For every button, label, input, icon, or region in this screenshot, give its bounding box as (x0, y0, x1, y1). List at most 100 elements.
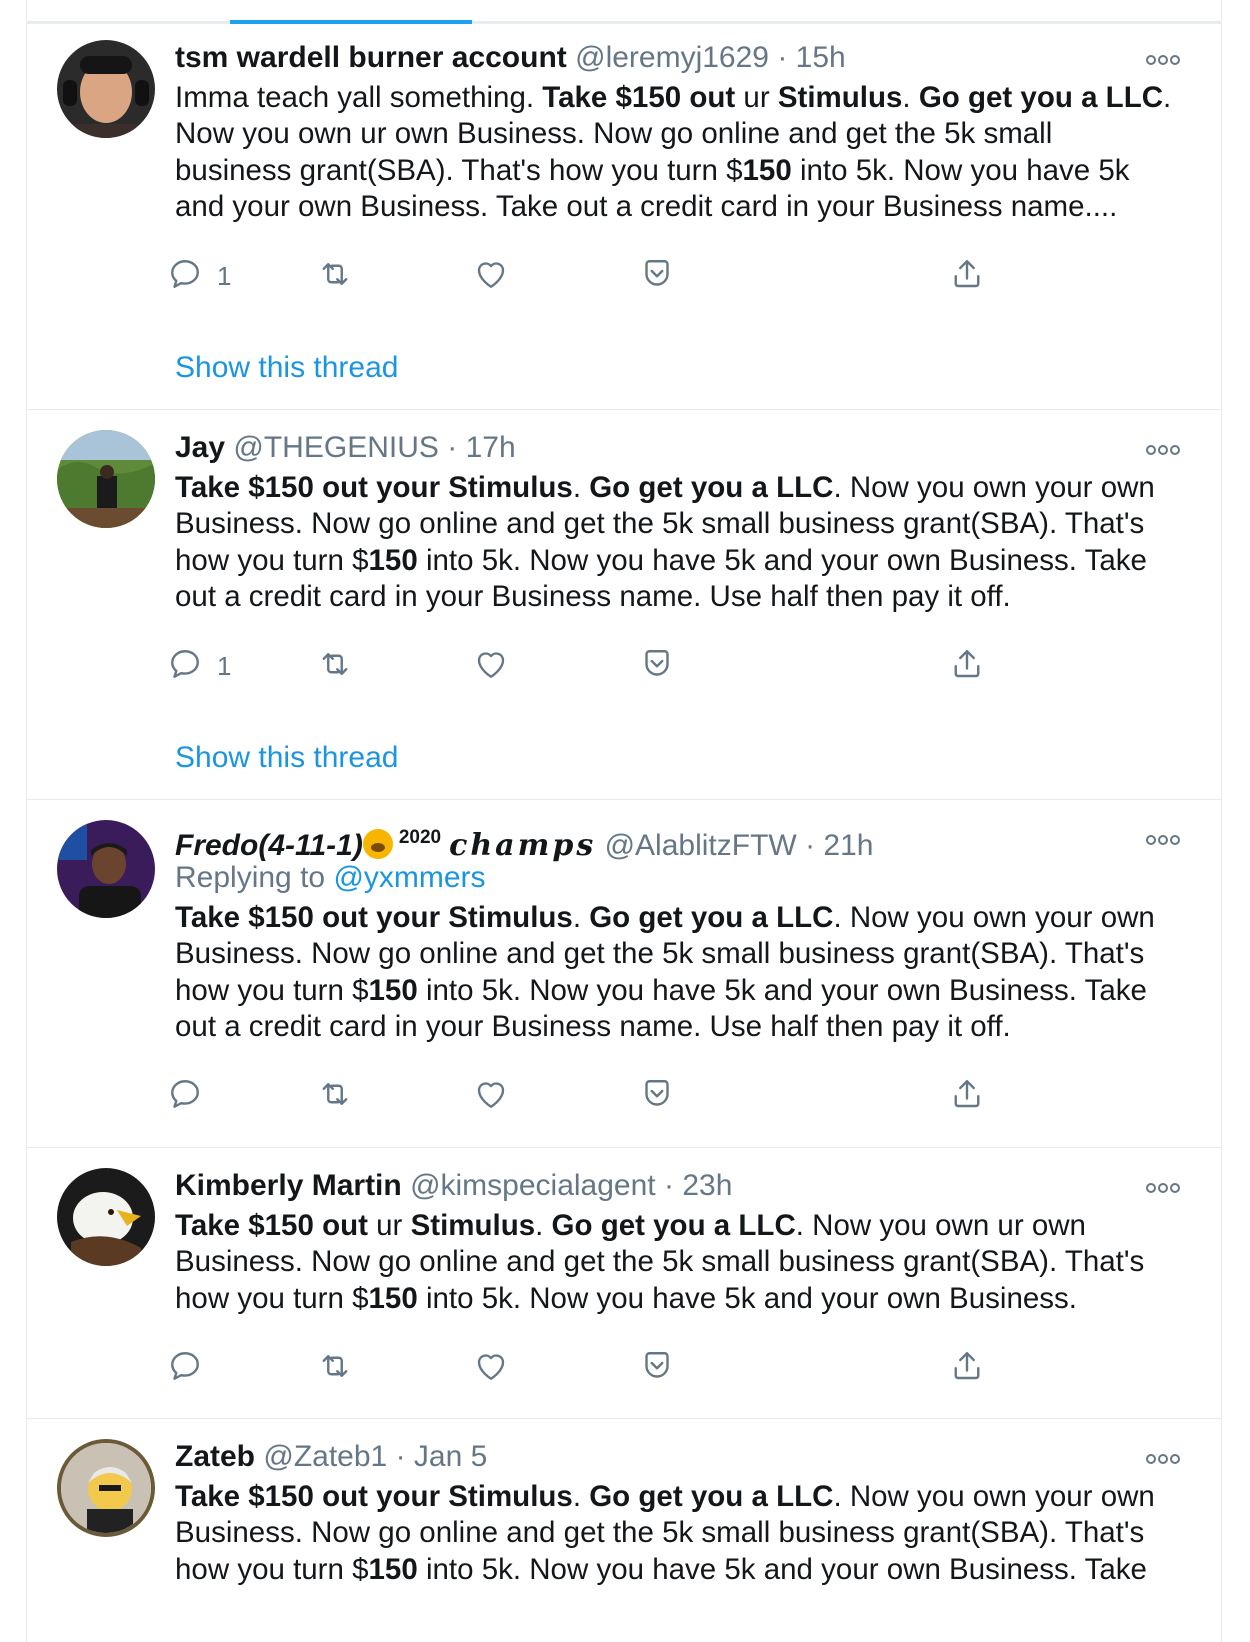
tweet-text-segment: into 5k. Now you have 5k and your own Bu… (417, 1281, 1077, 1315)
tweet-text-bold: Go get you a LLC (589, 471, 834, 504)
user-handle[interactable]: @THEGENIUS (233, 431, 438, 464)
tab-bar (27, 0, 1221, 24)
timestamp[interactable]: 17h (466, 431, 516, 464)
retweet-button[interactable] (317, 1346, 353, 1390)
separator-dot: · (447, 431, 458, 464)
user-handle[interactable]: @AlablitzFTW (605, 829, 797, 862)
retweet-button[interactable] (317, 644, 353, 688)
replying-to-mention[interactable]: @yxmmers (333, 861, 485, 894)
bookmark-button[interactable] (639, 254, 675, 298)
tweet[interactable]: Jay @THEGENIUS · 17h Take $150 out your … (27, 410, 1221, 800)
tweet-text: Take $150 out ur Stimulus. Go get you a … (175, 1208, 1175, 1317)
tweet-text-segment: . (902, 81, 919, 114)
name-superscript: 2020 (398, 827, 442, 848)
share-button[interactable] (949, 254, 985, 298)
tweet[interactable]: Zateb @Zateb1 · Jan 5 Take $150 out your… (27, 1419, 1221, 1642)
separator-dot: · (805, 829, 816, 862)
like-button[interactable] (473, 1074, 509, 1118)
timestamp[interactable]: Jan 5 (414, 1440, 487, 1473)
like-button[interactable] (473, 644, 509, 688)
retweet-icon (317, 1348, 353, 1389)
reply-count: 1 (217, 260, 232, 291)
tweet-text-bold: Go get you a LLC (589, 901, 834, 934)
tweet-header: Zateb @Zateb1 · Jan 5 (175, 1439, 1141, 1475)
avatar[interactable] (57, 430, 155, 528)
display-name[interactable]: Jay (175, 431, 225, 464)
tweet-text-bold: Stimulus (410, 1209, 536, 1242)
tweet-text-bold: Go get you a LLC (589, 1480, 834, 1513)
bookmark-icon (639, 256, 675, 297)
more-icon[interactable] (1145, 1449, 1181, 1469)
reply-icon (167, 256, 203, 297)
show-thread-link[interactable]: Show this thread (175, 740, 398, 776)
tweet-text-bold: 150 (368, 1281, 418, 1315)
avatar[interactable] (57, 40, 155, 138)
tweet-text-bold: Go get you a LLC (551, 1209, 796, 1242)
share-button[interactable] (949, 1346, 985, 1390)
user-handle[interactable]: @leremyj1629 (575, 41, 769, 74)
like-button[interactable] (473, 254, 509, 298)
tweet-text-segment: . (572, 471, 590, 504)
reply-button[interactable]: 1 (167, 644, 231, 688)
separator-dot: · (395, 1440, 406, 1473)
bookmark-icon (639, 646, 675, 687)
show-thread-link[interactable]: Show this thread (175, 350, 398, 386)
name-script-text: champs (449, 828, 597, 863)
heart-icon (473, 1076, 509, 1117)
display-name[interactable]: tsm wardell burner account (175, 41, 567, 74)
tweet-text-segment: ur (735, 81, 778, 114)
yawning-face-emoji (362, 829, 393, 859)
tweet-text-bold: Take $150 out your Stimulus (175, 471, 573, 504)
user-handle[interactable]: @Zateb1 (263, 1440, 387, 1473)
tweet[interactable]: Kimberly Martin @kimspecialagent · 23h T… (27, 1148, 1221, 1419)
tweet-text: Imma teach yall something. Take $150 out… (175, 80, 1175, 225)
more-icon[interactable] (1145, 50, 1181, 70)
tweet-text-bold: Take $150 out your Stimulus (175, 1480, 573, 1513)
bookmark-button[interactable] (639, 1346, 675, 1390)
more-icon[interactable] (1145, 1178, 1181, 1198)
heart-icon (473, 1348, 509, 1389)
tweet-header: Fredo(4-11-1) 2020 champs @AlablitzFTW · 2… (175, 820, 1141, 864)
retweet-button[interactable] (317, 1074, 353, 1118)
tweet-text-segment: . (535, 1209, 552, 1242)
reply-icon (167, 1348, 203, 1389)
timestamp[interactable]: 15h (796, 41, 846, 74)
share-button[interactable] (949, 1074, 985, 1118)
avatar[interactable] (57, 1168, 155, 1266)
bookmark-button[interactable] (639, 1074, 675, 1118)
bookmark-button[interactable] (639, 644, 675, 688)
bookmark-icon (639, 1348, 675, 1389)
more-icon[interactable] (1145, 830, 1181, 850)
display-name[interactable]: Kimberly Martin (175, 1169, 402, 1202)
tweet[interactable]: tsm wardell burner account @leremyj1629 … (27, 24, 1221, 410)
reply-button[interactable] (167, 1346, 203, 1390)
timestamp[interactable]: 23h (682, 1169, 732, 1202)
share-icon (949, 256, 985, 297)
display-name[interactable]: Fredo(4-11-1) (175, 829, 363, 862)
heart-icon (473, 646, 509, 687)
share-button[interactable] (949, 644, 985, 688)
retweet-button[interactable] (317, 254, 353, 298)
like-button[interactable] (473, 1346, 509, 1390)
reply-button[interactable] (167, 1074, 203, 1118)
tweet-text-bold: 150 (368, 973, 418, 1007)
tweet[interactable]: Fredo(4-11-1) 2020 champs @AlablitzFTW · 2… (27, 800, 1221, 1148)
share-icon (949, 1348, 985, 1389)
user-handle[interactable]: @kimspecialagent (410, 1169, 656, 1202)
tweet-text-segment: . (572, 901, 590, 934)
tweet-text-bold: 150 (368, 543, 418, 577)
tweet-text-bold: Stimulus (777, 81, 903, 114)
more-icon[interactable] (1145, 440, 1181, 460)
reply-button[interactable]: 1 (167, 254, 231, 298)
timestamp[interactable]: 21h (823, 829, 873, 862)
tweet-text-segment: ur (367, 1209, 411, 1242)
tweet-text-bold: Take $150 out (175, 1209, 368, 1242)
retweet-icon (317, 646, 353, 687)
avatar[interactable] (57, 1439, 155, 1537)
retweet-icon (317, 1076, 353, 1117)
reply-icon (167, 646, 203, 687)
display-name[interactable]: Zateb (175, 1440, 255, 1473)
tweet-text-bold: 150 (368, 1552, 418, 1586)
avatar[interactable] (57, 820, 155, 918)
tweet-text-bold: Go get you a LLC (918, 81, 1164, 114)
